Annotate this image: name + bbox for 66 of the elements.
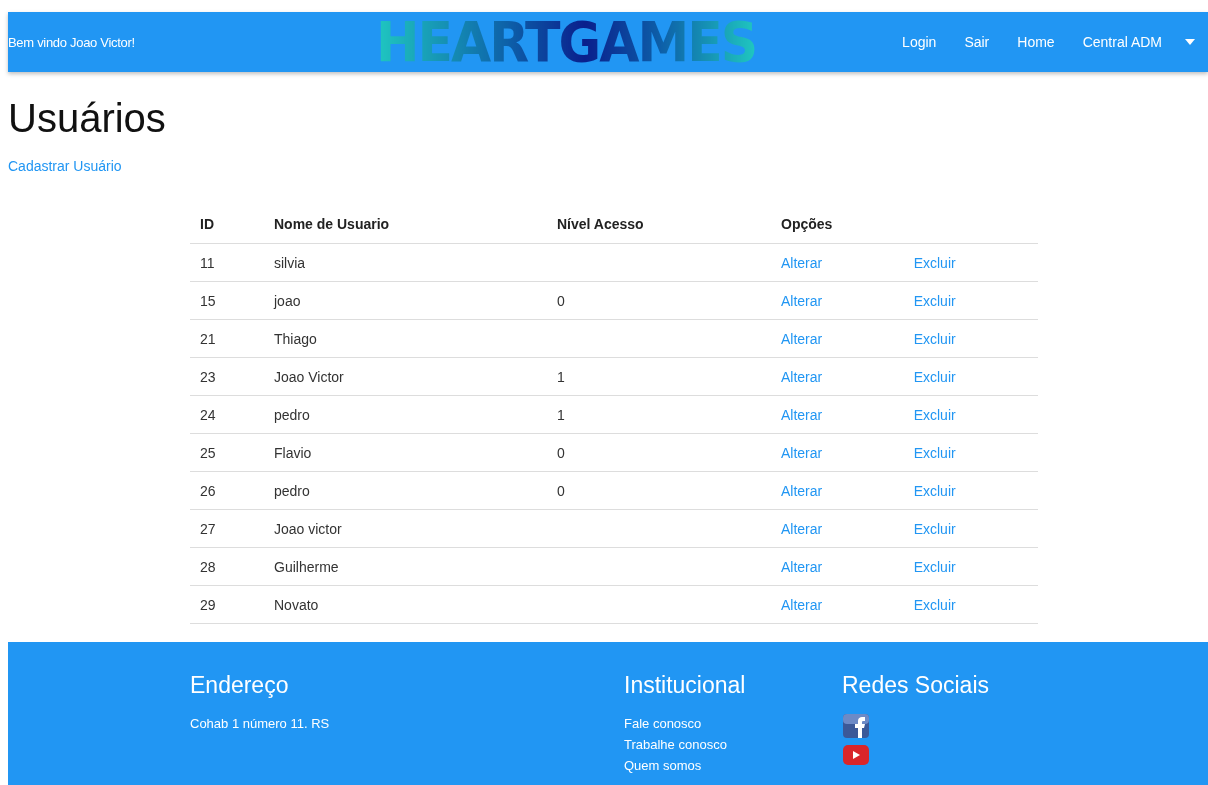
table-cell: 0 (547, 281, 771, 320)
table-cell: silvia (264, 243, 547, 282)
column-header: ID (190, 205, 264, 244)
table-cell: 0 (547, 433, 771, 472)
column-header: Nome de Usuario (264, 205, 547, 244)
edit-link[interactable]: Alterar (781, 596, 823, 613)
edit-link[interactable]: Alterar (781, 330, 823, 347)
footer-link[interactable]: Trabalhe conosco (624, 734, 842, 755)
table-cell: 0 (547, 471, 771, 510)
nav-link[interactable]: Central ADM (1082, 34, 1162, 50)
table-cell: pedro (264, 471, 547, 510)
table-cell: 23 (190, 357, 264, 396)
table-cell: 21 (190, 319, 264, 358)
nav-link[interactable]: Home (1017, 34, 1055, 50)
delete-link[interactable]: Excluir (913, 444, 956, 461)
footer-heading: Redes Sociais (842, 672, 990, 699)
table-cell: Flavio (264, 433, 547, 472)
table-cell: 26 (190, 471, 264, 510)
edit-link[interactable]: Alterar (781, 368, 823, 385)
delete-link[interactable]: Excluir (913, 482, 956, 499)
delete-link[interactable]: Excluir (913, 368, 956, 385)
table-cell: 29 (190, 585, 264, 624)
footer-heading: Institucional (624, 672, 747, 699)
column-header: Nível Acesso (547, 205, 771, 244)
delete-link[interactable]: Excluir (913, 406, 956, 423)
table-cell: joao (264, 281, 547, 320)
nav-link[interactable]: Sair (964, 34, 990, 50)
page-title: Usuários (8, 95, 166, 142)
dropdown-caret-icon[interactable] (1184, 38, 1196, 46)
edit-link[interactable]: Alterar (781, 292, 823, 309)
table-cell: pedro (264, 395, 547, 434)
table-cell: 15 (190, 281, 264, 320)
delete-link[interactable]: Excluir (913, 558, 956, 575)
edit-link[interactable]: Alterar (781, 482, 823, 499)
delete-link[interactable]: Excluir (913, 330, 956, 347)
nav-link[interactable]: Login (902, 34, 937, 50)
table-cell: Thiago (264, 319, 547, 358)
edit-link[interactable]: Alterar (781, 254, 823, 271)
facebook-icon[interactable] (842, 713, 870, 739)
edit-link[interactable]: Alterar (781, 558, 823, 575)
delete-link[interactable]: Excluir (913, 292, 956, 309)
footer-heading: Endereço (190, 672, 290, 699)
register-user-link[interactable]: Cadastrar Usuário (8, 158, 122, 174)
table-cell: 25 (190, 433, 264, 472)
delete-link[interactable]: Excluir (913, 520, 956, 537)
table-cell: Novato (264, 585, 547, 624)
delete-link[interactable]: Excluir (913, 254, 956, 271)
delete-link[interactable]: Excluir (913, 596, 956, 613)
table-cell: 28 (190, 547, 264, 586)
footer-link[interactable]: Fale conosco (624, 713, 842, 734)
column-header: Opções (771, 205, 1038, 244)
table-cell: 1 (547, 395, 771, 434)
footer-link[interactable]: Quem somos (624, 755, 842, 776)
table-cell: Guilherme (264, 547, 547, 586)
table-cell: 24 (190, 395, 264, 434)
table-cell: Joao Victor (264, 357, 547, 396)
welcome-text: Bem vindo Joao Victor! (8, 34, 136, 50)
table-cell: 1 (547, 357, 771, 396)
table-cell: 27 (190, 509, 264, 548)
edit-link[interactable]: Alterar (781, 406, 823, 423)
table-cell: 11 (190, 243, 264, 282)
youtube-icon[interactable] (842, 742, 870, 768)
edit-link[interactable]: Alterar (781, 520, 823, 537)
address-text: Cohab 1 número 11. RS (190, 715, 331, 733)
edit-link[interactable]: Alterar (781, 444, 823, 461)
table-cell: Joao victor (264, 509, 547, 548)
